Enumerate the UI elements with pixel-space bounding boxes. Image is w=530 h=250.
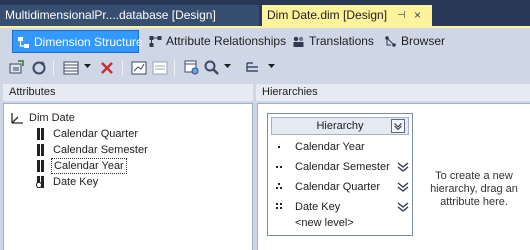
show-list-button[interactable] xyxy=(151,59,169,77)
attributes-pane-header: Attributes xyxy=(3,84,253,101)
translations-icon xyxy=(293,36,304,47)
relationship-warning-icon[interactable] xyxy=(397,201,409,213)
attribute-relationships-icon xyxy=(149,36,162,47)
attribute-label: Calendar Quarter xyxy=(53,128,138,140)
dimension-designer: Dimension Structure Attribute Relationsh… xyxy=(0,28,530,250)
pin-icon[interactable]: ⊣ xyxy=(397,5,406,26)
browser-icon xyxy=(385,36,396,47)
subtab-dimension-structure-label: Dimension Structure xyxy=(34,35,143,49)
list-grid-icon xyxy=(152,61,168,75)
new-hierarchy-hint: To create a new hierarchy, drag an attri… xyxy=(430,170,518,208)
new-level-placeholder[interactable]: <new level> xyxy=(295,217,354,229)
designer-toolbar xyxy=(0,56,530,81)
subtab-browser[interactable]: Browser xyxy=(380,30,450,53)
magnifier-icon xyxy=(204,60,219,75)
attribute-label: Date Key xyxy=(53,176,99,188)
hierarchy-level-label: Date Key xyxy=(295,201,341,213)
relationship-warning-icon[interactable] xyxy=(397,161,409,173)
attribute-icon xyxy=(37,128,44,140)
subtab-translations[interactable]: Translations xyxy=(288,30,374,53)
hierarchies-pane-header: Hierarchies xyxy=(256,84,530,101)
reconnect-button[interactable] xyxy=(30,59,48,77)
attributes-pane: Dim Date Calendar Quarter Calendar Semes… xyxy=(3,103,253,250)
hierarchy-level[interactable]: Date Key xyxy=(272,198,412,216)
hierarchies-pane: Hierarchy Calendar Year Calendar Semeste… xyxy=(257,103,530,250)
level-two-dots-icon xyxy=(276,166,282,168)
hierarchy-level[interactable]: Calendar Quarter xyxy=(272,178,412,196)
attribute-icon xyxy=(37,160,44,172)
dimension-label: Dim Date xyxy=(29,112,75,124)
toolbar-separator xyxy=(53,60,54,76)
level-one-dot-icon xyxy=(278,146,280,148)
hierarchy-level-label: Calendar Quarter xyxy=(295,181,380,193)
chart-grid-icon xyxy=(131,61,147,75)
explore-data-button[interactable] xyxy=(183,59,201,77)
level-three-dots-icon xyxy=(276,183,282,189)
document-tab-strip: MultidimensionalPr....database [Design] … xyxy=(0,0,530,26)
hierarchy-level[interactable]: Calendar Semester xyxy=(272,158,412,176)
tab-dim-date-label: Dim Date.dim [Design] xyxy=(267,8,388,22)
collapse-icon[interactable] xyxy=(391,119,405,133)
process-icon xyxy=(9,60,24,74)
hierarchy-title-bar[interactable]: Hierarchy xyxy=(271,117,409,135)
process-button[interactable] xyxy=(8,59,26,77)
table-icon xyxy=(63,61,79,75)
subtab-attribute-relationships[interactable]: Attribute Relationships xyxy=(145,30,287,53)
tab-database-design-label: MultidimensionalPr....database [Design] xyxy=(5,8,216,22)
key-attribute-icon xyxy=(35,176,44,188)
new-attribute-button[interactable] xyxy=(62,59,80,77)
explore-data-icon xyxy=(184,60,199,75)
refresh-icon xyxy=(32,61,46,75)
hierarchy-level[interactable]: Calendar Year xyxy=(272,138,412,156)
attribute-label: Calendar Semester xyxy=(53,144,148,156)
designer-subtab-bar: Dimension Structure Attribute Relationsh… xyxy=(0,28,530,55)
hierarchy-list-icon xyxy=(246,62,258,72)
hierarchy-level-label: Calendar Year xyxy=(295,141,365,153)
chevron-down-icon[interactable] xyxy=(268,64,275,69)
tab-dim-date-design[interactable]: Dim Date.dim [Design] ⊣ × xyxy=(262,5,432,26)
hierarchy-box[interactable]: Hierarchy Calendar Year Calendar Semeste… xyxy=(267,113,413,236)
subtab-browser-label: Browser xyxy=(401,34,446,48)
level-four-dots-icon xyxy=(276,203,282,209)
subtab-translations-label: Translations xyxy=(309,34,374,48)
toolbar-separator xyxy=(122,60,123,76)
tab-database-design[interactable]: MultidimensionalPr....database [Design] xyxy=(0,5,259,26)
subtab-dimension-structure[interactable]: Dimension Structure xyxy=(12,30,143,53)
chevron-down-icon[interactable] xyxy=(84,64,91,69)
close-tab-icon[interactable]: × xyxy=(414,5,421,26)
dimension-icon xyxy=(11,113,23,124)
dimension-structure-icon xyxy=(18,37,29,48)
show-attribute-types-button[interactable] xyxy=(130,59,148,77)
attribute-icon xyxy=(37,144,44,156)
delete-icon xyxy=(101,62,113,74)
zoom-button[interactable] xyxy=(203,59,221,77)
attribute-label: Calendar Year xyxy=(51,158,127,174)
hierarchy-level-label: Calendar Semester xyxy=(295,161,390,173)
toolbar-separator xyxy=(174,60,175,76)
subtab-attribute-relationships-label: Attribute Relationships xyxy=(166,34,287,48)
arrange-button[interactable] xyxy=(244,59,262,77)
chevron-down-icon[interactable] xyxy=(224,64,231,69)
delete-button[interactable] xyxy=(98,59,116,77)
hierarchy-title: Hierarchy xyxy=(316,120,364,132)
relationship-warning-icon[interactable] xyxy=(397,181,409,193)
